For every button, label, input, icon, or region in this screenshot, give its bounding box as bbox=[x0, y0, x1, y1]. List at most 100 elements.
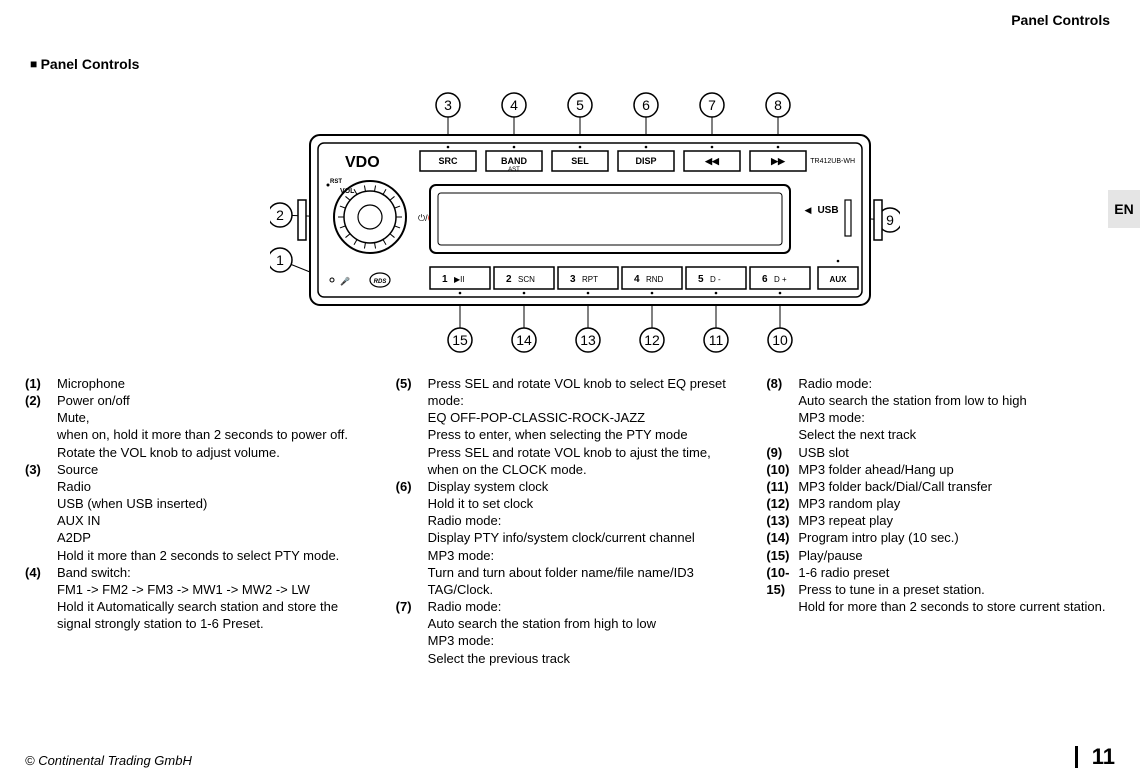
control-entry: (3)SourceRadioUSB (when USB inserted)AUX… bbox=[25, 461, 374, 564]
panel-diagram: 345678 151413121110 21 9 VDOTR412UB-WHSR… bbox=[270, 85, 900, 365]
entry-body: MP3 random play bbox=[798, 495, 1115, 512]
svg-text:7: 7 bbox=[708, 97, 716, 113]
entry-number: (1) bbox=[25, 375, 57, 392]
entry-line: Press to tune in a preset station. bbox=[798, 581, 1115, 598]
svg-text:1: 1 bbox=[276, 252, 284, 268]
entry-number: (14) bbox=[766, 529, 798, 546]
entry-body: Band switch:FM1 -> FM2 -> FM3 -> MW1 -> … bbox=[57, 564, 374, 633]
svg-text:10: 10 bbox=[772, 332, 788, 348]
svg-text:D -: D - bbox=[710, 275, 721, 284]
entry-line: Turn and turn about folder name/file nam… bbox=[428, 564, 745, 598]
svg-text:◀◀: ◀◀ bbox=[704, 156, 720, 166]
entry-line: Auto search the station from low to high bbox=[798, 392, 1115, 409]
entry-line: Press to enter, when selecting the PTY m… bbox=[428, 426, 745, 443]
entry-line: Source bbox=[57, 461, 374, 478]
entry-line: Select the previous track bbox=[428, 650, 745, 667]
entry-line: Hold it Automatically search station and… bbox=[57, 598, 374, 632]
svg-text:14: 14 bbox=[516, 332, 532, 348]
svg-text:2: 2 bbox=[276, 207, 284, 223]
control-entry: (8)Radio mode:Auto search the station fr… bbox=[766, 375, 1115, 444]
entry-line: Display system clock bbox=[428, 478, 745, 495]
entry-body: Radio mode:Auto search the station from … bbox=[798, 375, 1115, 444]
entry-body: Power on/offMute,when on, hold it more t… bbox=[57, 392, 374, 461]
entry-line: Program intro play (10 sec.) bbox=[798, 529, 1115, 546]
entry-line: Radio mode: bbox=[428, 598, 745, 615]
control-entry: (2)Power on/offMute,when on, hold it mor… bbox=[25, 392, 374, 461]
entry-number: (7) bbox=[396, 598, 428, 667]
entry-line: Radio mode: bbox=[798, 375, 1115, 392]
entry-body: Play/pause bbox=[798, 547, 1115, 564]
svg-text:AST: AST bbox=[508, 167, 520, 173]
entry-line: MP3 mode: bbox=[798, 409, 1115, 426]
svg-text:RST: RST bbox=[330, 179, 342, 185]
svg-text:VDO: VDO bbox=[345, 154, 380, 171]
control-entry: (4)Band switch:FM1 -> FM2 -> FM3 -> MW1 … bbox=[25, 564, 374, 633]
page-number: 11 bbox=[1075, 746, 1115, 768]
entry-number: (15) bbox=[766, 547, 798, 564]
entry-line: MP3 folder back/Dial/Call transfer bbox=[798, 478, 1115, 495]
control-entry: (15)Play/pause bbox=[766, 547, 1115, 564]
svg-text:6: 6 bbox=[762, 274, 768, 285]
header-title: Panel Controls bbox=[1011, 12, 1110, 28]
entry-body: MP3 repeat play bbox=[798, 512, 1115, 529]
entry-body: Radio mode:Auto search the station from … bbox=[428, 598, 745, 667]
svg-text:3: 3 bbox=[570, 274, 576, 285]
control-entry: (5)Press SEL and rotate VOL knob to sele… bbox=[396, 375, 745, 478]
control-entry: (10)MP3 folder ahead/Hang up bbox=[766, 461, 1115, 478]
entry-number: (10) bbox=[766, 461, 798, 478]
control-entry: (1)Microphone bbox=[25, 375, 374, 392]
entry-line: MP3 folder ahead/Hang up bbox=[798, 461, 1115, 478]
svg-text:◀: ◀ bbox=[805, 205, 812, 215]
language-tab: EN bbox=[1108, 190, 1140, 228]
svg-text:4: 4 bbox=[510, 97, 518, 113]
svg-text:D +: D + bbox=[774, 275, 787, 284]
svg-text:SCN: SCN bbox=[518, 275, 535, 284]
svg-text:3: 3 bbox=[444, 97, 452, 113]
entry-number: (4) bbox=[25, 564, 57, 633]
svg-text:5: 5 bbox=[698, 274, 704, 285]
entry-line: Auto search the station from high to low bbox=[428, 615, 745, 632]
entry-body: USB slot bbox=[798, 444, 1115, 461]
svg-text:▶II: ▶II bbox=[454, 275, 465, 284]
control-entry: (9)USB slot bbox=[766, 444, 1115, 461]
entry-number: (9) bbox=[766, 444, 798, 461]
entry-line: AUX IN bbox=[57, 512, 374, 529]
svg-text:8: 8 bbox=[774, 97, 782, 113]
entry-line: MP3 repeat play bbox=[798, 512, 1115, 529]
entry-line: Microphone bbox=[57, 375, 374, 392]
svg-text:SEL: SEL bbox=[571, 156, 589, 166]
control-entry: (6)Display system clockHold it to set cl… bbox=[396, 478, 745, 598]
footer: © Continental Trading GmbH 11 bbox=[25, 746, 1115, 768]
svg-text:TR412UB-WH: TR412UB-WH bbox=[810, 158, 855, 165]
svg-text:RND: RND bbox=[646, 275, 664, 284]
entry-line: Press SEL and rotate VOL knob to ajust t… bbox=[428, 444, 745, 478]
entry-line: Rotate the VOL knob to adjust volume. bbox=[57, 444, 374, 461]
control-entry: (10-15)1-6 radio presetPress to tune in … bbox=[766, 564, 1115, 615]
entry-number: (6) bbox=[396, 478, 428, 598]
entry-line: USB slot bbox=[798, 444, 1115, 461]
entry-body: 1-6 radio presetPress to tune in a prese… bbox=[798, 564, 1115, 615]
entry-body: MP3 folder ahead/Hang up bbox=[798, 461, 1115, 478]
svg-text:RDS: RDS bbox=[374, 279, 387, 285]
entry-number: (12) bbox=[766, 495, 798, 512]
entry-line: EQ OFF-POP-CLASSIC-ROCK-JAZZ bbox=[428, 409, 745, 426]
entry-number: (2) bbox=[25, 392, 57, 461]
svg-text:4: 4 bbox=[634, 274, 640, 285]
entry-number: (3) bbox=[25, 461, 57, 564]
entry-body: Program intro play (10 sec.) bbox=[798, 529, 1115, 546]
entry-line: Play/pause bbox=[798, 547, 1115, 564]
svg-text:15: 15 bbox=[452, 332, 468, 348]
control-entry: (12)MP3 random play bbox=[766, 495, 1115, 512]
entry-line: Mute, bbox=[57, 409, 374, 426]
entry-line: Radio mode: bbox=[428, 512, 745, 529]
entry-body: SourceRadioUSB (when USB inserted)AUX IN… bbox=[57, 461, 374, 564]
entry-line: MP3 mode: bbox=[428, 547, 745, 564]
svg-text:5: 5 bbox=[576, 97, 584, 113]
entry-line: 1-6 radio preset bbox=[798, 564, 1115, 581]
svg-text:12: 12 bbox=[644, 332, 660, 348]
controls-columns: (1)Microphone(2)Power on/offMute,when on… bbox=[25, 375, 1115, 667]
entry-number: (8) bbox=[766, 375, 798, 444]
entry-number: (11) bbox=[766, 478, 798, 495]
column-1: (1)Microphone(2)Power on/offMute,when on… bbox=[25, 375, 374, 667]
entry-line: FM1 -> FM2 -> FM3 -> MW1 -> MW2 -> LW bbox=[57, 581, 374, 598]
